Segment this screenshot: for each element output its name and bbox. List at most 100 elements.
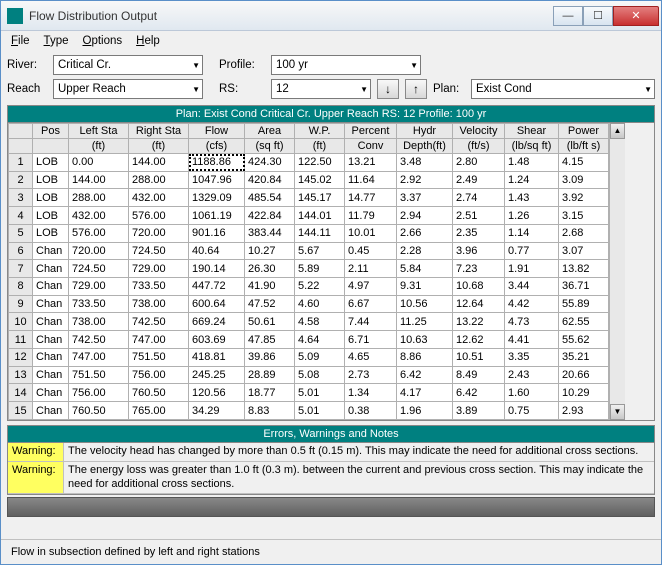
scroll-down-icon[interactable]: ▼ (610, 404, 625, 420)
cell[interactable]: 383.44 (245, 224, 295, 242)
cell[interactable]: 2.74 (453, 189, 505, 207)
cell[interactable]: 144.01 (295, 207, 345, 225)
cell[interactable]: 190.14 (189, 260, 245, 278)
cell[interactable]: 36.71 (559, 278, 609, 296)
cell[interactable]: 41.90 (245, 278, 295, 296)
cell[interactable]: Chan (33, 278, 69, 296)
cell[interactable]: 756.00 (129, 366, 189, 384)
river-select[interactable]: Critical Cr.▼ (53, 55, 203, 75)
cell[interactable]: 1.91 (505, 260, 559, 278)
cell[interactable]: LOB (33, 207, 69, 225)
cell[interactable]: 8 (9, 278, 33, 296)
table-row[interactable]: 12Chan747.00751.50418.8139.865.094.658.8… (9, 348, 609, 366)
cell[interactable]: Chan (33, 366, 69, 384)
cell[interactable]: 747.00 (69, 348, 129, 366)
cell[interactable]: 9 (9, 295, 33, 313)
cell[interactable]: 0.77 (505, 242, 559, 260)
cell[interactable]: 1188.86 (189, 154, 245, 172)
rs-up-button[interactable]: ↑ (405, 79, 427, 99)
cell[interactable]: 13.22 (453, 313, 505, 331)
cell[interactable]: 0.45 (345, 242, 397, 260)
cell[interactable]: 6.67 (345, 295, 397, 313)
cell[interactable]: 1.43 (505, 189, 559, 207)
cell[interactable]: 5.08 (295, 366, 345, 384)
cell[interactable]: 4.17 (397, 384, 453, 402)
profile-select[interactable]: 100 yr▼ (271, 55, 421, 75)
cell[interactable]: 18.77 (245, 384, 295, 402)
cell[interactable]: 40.64 (189, 242, 245, 260)
cell[interactable]: 418.81 (189, 348, 245, 366)
cell[interactable]: 733.50 (69, 295, 129, 313)
cell[interactable]: 3 (9, 189, 33, 207)
cell[interactable]: 12.64 (453, 295, 505, 313)
reach-select[interactable]: Upper Reach▼ (53, 79, 203, 99)
cell[interactable]: 724.50 (129, 242, 189, 260)
table-row[interactable]: 5LOB576.00720.00901.16383.44144.1110.012… (9, 224, 609, 242)
cell[interactable]: Chan (33, 331, 69, 349)
cell[interactable]: 2.93 (559, 402, 609, 420)
cell[interactable]: LOB (33, 189, 69, 207)
cell[interactable]: 1.96 (397, 402, 453, 420)
cell[interactable]: 11 (9, 331, 33, 349)
cell[interactable]: 6 (9, 242, 33, 260)
cell[interactable]: 733.50 (129, 278, 189, 296)
cell[interactable]: 2.92 (397, 171, 453, 189)
table-row[interactable]: 10Chan738.00742.50669.2450.614.587.4411.… (9, 313, 609, 331)
cell[interactable]: 447.72 (189, 278, 245, 296)
cell[interactable]: 6.42 (397, 366, 453, 384)
cell[interactable]: Chan (33, 260, 69, 278)
cell[interactable]: 576.00 (129, 207, 189, 225)
cell[interactable]: 420.84 (245, 171, 295, 189)
cell[interactable]: 4.15 (559, 154, 609, 172)
cell[interactable]: 4.73 (505, 313, 559, 331)
cell[interactable]: 422.84 (245, 207, 295, 225)
cell[interactable]: 12.62 (453, 331, 505, 349)
cell[interactable]: Chan (33, 313, 69, 331)
minimize-button[interactable]: — (553, 6, 583, 26)
cell[interactable]: 35.21 (559, 348, 609, 366)
cell[interactable]: 145.02 (295, 171, 345, 189)
cell[interactable]: 14 (9, 384, 33, 402)
cell[interactable]: 55.89 (559, 295, 609, 313)
menu-options[interactable]: Options (76, 34, 128, 48)
cell[interactable]: Chan (33, 295, 69, 313)
close-button[interactable]: ✕ (613, 6, 659, 26)
cell[interactable]: 424.30 (245, 154, 295, 172)
cell[interactable]: Chan (33, 348, 69, 366)
cell[interactable]: 2.80 (453, 154, 505, 172)
cell[interactable]: 245.25 (189, 366, 245, 384)
cell[interactable]: 756.00 (69, 384, 129, 402)
cell[interactable]: 8.86 (397, 348, 453, 366)
cell[interactable]: 14.77 (345, 189, 397, 207)
table-row[interactable]: 9Chan733.50738.00600.6447.524.606.6710.5… (9, 295, 609, 313)
cell[interactable]: 2.68 (559, 224, 609, 242)
cell[interactable]: 2.49 (453, 171, 505, 189)
cell[interactable]: 751.50 (129, 348, 189, 366)
cell[interactable]: 1329.09 (189, 189, 245, 207)
table-row[interactable]: 13Chan751.50756.00245.2528.895.082.736.4… (9, 366, 609, 384)
cell[interactable]: 5 (9, 224, 33, 242)
cell[interactable]: Chan (33, 242, 69, 260)
table-row[interactable]: 4LOB432.00576.001061.19422.84144.0111.79… (9, 207, 609, 225)
cell[interactable]: 145.17 (295, 189, 345, 207)
vertical-scrollbar[interactable]: ▲ ▼ (609, 123, 625, 420)
table-row[interactable]: 1LOB0.00144.001188.86424.30122.5013.213.… (9, 154, 609, 172)
cell[interactable]: 6.71 (345, 331, 397, 349)
rs-select[interactable]: 12▼ (271, 79, 371, 99)
cell[interactable]: 1061.19 (189, 207, 245, 225)
cell[interactable]: 760.50 (129, 384, 189, 402)
cell[interactable]: 3.07 (559, 242, 609, 260)
cell[interactable]: 4.97 (345, 278, 397, 296)
cell[interactable]: 760.50 (69, 402, 129, 420)
cell[interactable]: 5.01 (295, 384, 345, 402)
cell[interactable]: 2.28 (397, 242, 453, 260)
cell[interactable]: 720.00 (69, 242, 129, 260)
cell[interactable]: 2.73 (345, 366, 397, 384)
cell[interactable]: 7 (9, 260, 33, 278)
cell[interactable]: 5.01 (295, 402, 345, 420)
cell[interactable]: 2.35 (453, 224, 505, 242)
cell[interactable]: 5.67 (295, 242, 345, 260)
cell[interactable]: 8.83 (245, 402, 295, 420)
cell[interactable]: 0.75 (505, 402, 559, 420)
cell[interactable]: 34.29 (189, 402, 245, 420)
